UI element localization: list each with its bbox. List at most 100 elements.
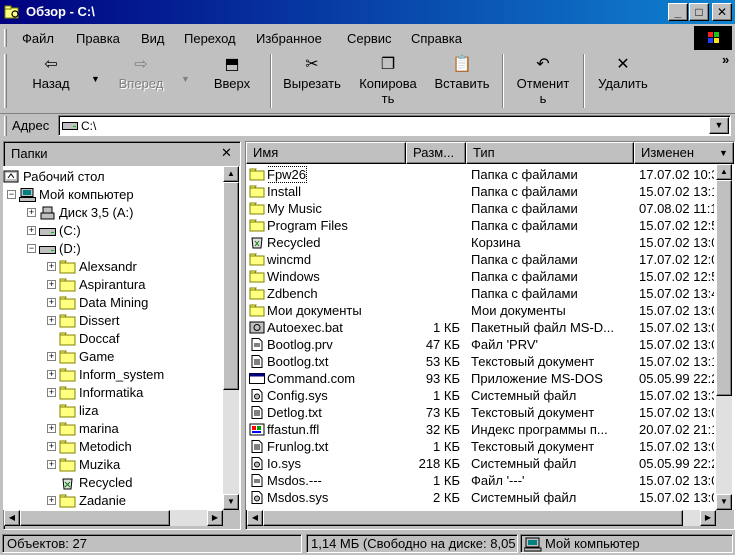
column-header-modified[interactable]: Изменен ▼	[634, 142, 734, 164]
tree-expand-icon[interactable]: +	[27, 226, 36, 235]
list-vertical-scrollbar[interactable]: ▲ ▼	[716, 164, 732, 510]
address-input[interactable]: C:\	[58, 115, 731, 136]
tree-item[interactable]: Рабочий стол	[3, 168, 223, 186]
tree-item[interactable]: − Мой компьютер	[3, 186, 223, 204]
tree-item[interactable]: + Game	[3, 348, 223, 366]
tree-scroll-thumb[interactable]	[223, 182, 239, 390]
tree-scroll-up-button[interactable]: ▲	[223, 166, 239, 182]
tree-item[interactable]: + Dissert	[3, 312, 223, 330]
file-row[interactable]: My Music Папка с файлами 07.08.02 11:1	[246, 200, 734, 217]
toolbar-overflow-chevron[interactable]: »	[722, 52, 729, 67]
tree-item[interactable]: + Informatika	[3, 384, 223, 402]
file-row[interactable]: Install Папка с файлами 15.07.02 13:1	[246, 183, 734, 200]
tree-item[interactable]: + marina	[3, 420, 223, 438]
copy-button[interactable]: ❐ Копирова ть	[352, 52, 424, 110]
tree-expand-icon[interactable]: +	[47, 460, 56, 469]
file-row[interactable]: ffastun.ffl 32 КБ Индекс программы п... 20.…	[246, 421, 734, 438]
list-scroll-thumb[interactable]	[716, 180, 732, 396]
tree-expand-icon[interactable]: +	[47, 370, 56, 379]
tree-item[interactable]: − (D:)	[3, 240, 223, 258]
menu-view[interactable]: Вид	[141, 31, 165, 46]
tree-scroll-right-button[interactable]: ▶	[207, 510, 223, 526]
menu-help[interactable]: Справка	[411, 31, 462, 46]
tree-scroll-left-button[interactable]: ◀	[4, 510, 20, 526]
tree-collapse-icon[interactable]: −	[27, 244, 36, 253]
menu-go[interactable]: Переход	[184, 31, 236, 46]
tree-expand-icon[interactable]: +	[47, 262, 56, 271]
tree-scroll-down-button[interactable]: ▼	[223, 494, 239, 510]
tree-item[interactable]: + Alexsandr	[3, 258, 223, 276]
back-button[interactable]: ⇦ Назад	[22, 52, 80, 110]
file-row[interactable]: Program Files Папка с файлами 15.07.02 12:…	[246, 217, 734, 234]
menu-tools[interactable]: Сервис	[347, 31, 392, 46]
tree-item[interactable]: + (C:)	[3, 222, 223, 240]
tree-expand-icon[interactable]: +	[47, 298, 56, 307]
column-header-size[interactable]: Разм...	[406, 142, 466, 164]
menu-edit[interactable]: Правка	[76, 31, 120, 46]
address-dropdown-button[interactable]: ▼	[709, 117, 729, 134]
file-row[interactable]: Fpw26 Папка с файлами 17.07.02 10:3	[246, 166, 734, 183]
tree-expand-icon[interactable]: +	[47, 388, 56, 397]
undo-button[interactable]: ↶ Отменит ь	[508, 52, 578, 110]
tree-item[interactable]: + Inform_system	[3, 366, 223, 384]
tree-item[interactable]: liza	[3, 402, 223, 420]
folders-pane-close-button[interactable]: ✕	[221, 145, 232, 161]
tree-item[interactable]: + Zadanie	[3, 492, 223, 510]
tree-expand-icon[interactable]: +	[47, 442, 56, 451]
tree-hscroll-thumb[interactable]	[20, 510, 170, 526]
close-button[interactable]: ✕	[712, 3, 732, 21]
file-row[interactable]: Config.sys 1 КБ Системный файл 15.07.02 13:…	[246, 387, 734, 404]
tree-item[interactable]: + Muzika	[3, 456, 223, 474]
tree-expand-icon[interactable]: +	[47, 352, 56, 361]
forward-button[interactable]: ⇨ Вперед	[108, 52, 174, 110]
folder-tree[interactable]: Рабочий стол − Мой компьютер + Диск 3,5 (A:)…	[3, 166, 241, 510]
file-row[interactable]: Bootlog.txt 53 КБ Текстовый документ 15.07.…	[246, 353, 734, 370]
tree-item[interactable]: + Диск 3,5 (A:)	[3, 204, 223, 222]
forward-dropdown-arrow[interactable]: ▼	[181, 74, 190, 84]
file-row[interactable]: Detlog.txt 73 КБ Текстовый документ 15.07.0…	[246, 404, 734, 421]
file-row[interactable]: Recycled Корзина 15.07.02 13:0	[246, 234, 734, 251]
tree-item[interactable]: + Aspirantura	[3, 276, 223, 294]
tree-item[interactable]: Recycled	[3, 474, 223, 492]
menu-grip[interactable]	[4, 29, 7, 47]
tree-item[interactable]: Doccaf	[3, 330, 223, 348]
list-scroll-down-button[interactable]: ▼	[716, 494, 732, 510]
file-row[interactable]: Windows Папка с файлами 15.07.02 12:5	[246, 268, 734, 285]
file-row[interactable]: Мои документы Мои документы 15.07.02 13:0	[246, 302, 734, 319]
list-scroll-right-button[interactable]: ▶	[700, 510, 716, 526]
tree-expand-icon[interactable]: +	[27, 208, 36, 217]
up-button[interactable]: ⬒ Вверх	[206, 52, 258, 110]
list-scroll-up-button[interactable]: ▲	[716, 164, 732, 180]
back-dropdown-arrow[interactable]: ▼	[91, 74, 100, 84]
tree-expand-icon[interactable]: +	[47, 424, 56, 433]
tree-vertical-scrollbar[interactable]: ▲ ▼	[223, 166, 239, 510]
cut-button[interactable]: ✂ Вырезать	[276, 52, 348, 110]
toolbar-grip[interactable]	[4, 54, 7, 108]
menu-favorites[interactable]: Избранное	[256, 31, 322, 46]
delete-button[interactable]: ✕ Удалить	[590, 52, 656, 110]
tree-horizontal-scrollbar[interactable]: ◀ ▶	[4, 510, 223, 526]
file-row[interactable]: Command.com 93 КБ Приложение MS-DOS 05.05.9…	[246, 370, 734, 387]
menu-file[interactable]: Файл	[22, 31, 54, 46]
title-bar[interactable]: Обзор - C:\ _ □ ✕	[0, 0, 735, 24]
minimize-button[interactable]: _	[668, 3, 688, 21]
file-row[interactable]: Frunlog.txt 1 КБ Текстовый документ 15.07.0…	[246, 438, 734, 455]
file-row[interactable]: Msdos.--- 1 КБ Файл '---' 15.07.02 13:0	[246, 472, 734, 489]
file-row[interactable]: Msdos.sys 2 КБ Системный файл 15.07.02 13:0	[246, 489, 734, 506]
list-hscroll-thumb[interactable]	[263, 510, 683, 526]
maximize-button[interactable]: □	[689, 3, 709, 21]
file-row[interactable]: Io.sys 218 КБ Системный файл 05.05.99 22:2	[246, 455, 734, 472]
tree-expand-icon[interactable]: +	[47, 280, 56, 289]
file-row[interactable]: wincmd Папка с файлами 17.07.02 12:0	[246, 251, 734, 268]
list-scroll-left-button[interactable]: ◀	[247, 510, 263, 526]
file-list[interactable]: Имя Разм... Тип Изменен ▼ Fpw26 Папка с ф…	[246, 142, 734, 510]
paste-button[interactable]: 📋 Вставить	[426, 52, 498, 110]
address-grip[interactable]	[4, 116, 7, 136]
list-horizontal-scrollbar[interactable]: ◀ ▶	[247, 510, 716, 526]
tree-collapse-icon[interactable]: −	[7, 190, 16, 199]
column-header-type[interactable]: Тип	[466, 142, 634, 164]
file-row[interactable]: Bootlog.prv 47 КБ Файл 'PRV' 15.07.02 13:0	[246, 336, 734, 353]
file-row[interactable]: Zdbench Папка с файлами 15.07.02 13:4	[246, 285, 734, 302]
column-header-name[interactable]: Имя	[246, 142, 406, 164]
tree-expand-icon[interactable]: +	[47, 496, 56, 505]
